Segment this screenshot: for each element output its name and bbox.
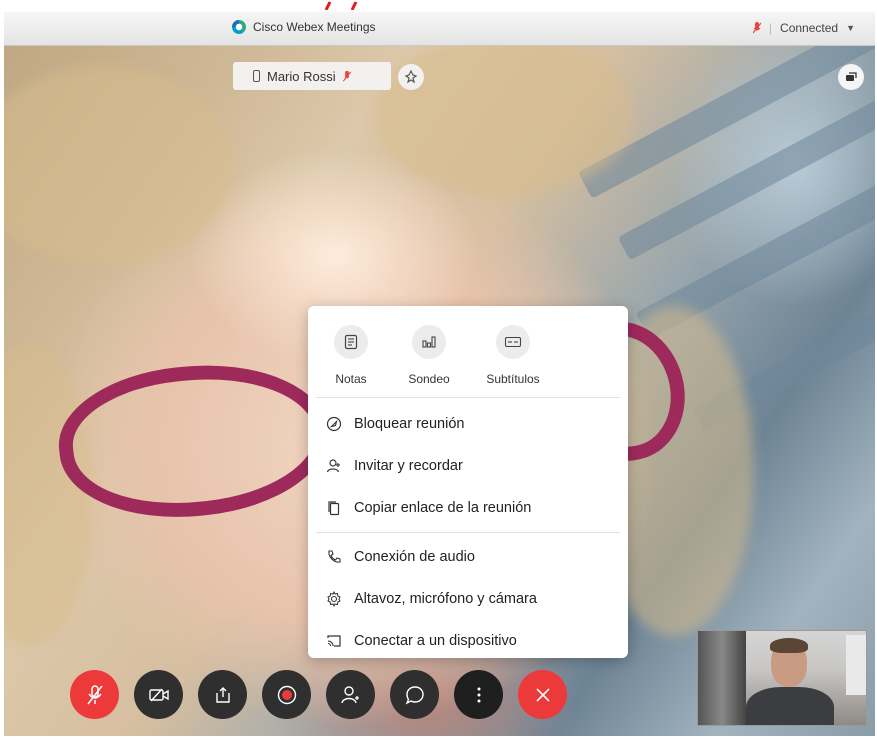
mic-muted-icon: [86, 684, 103, 704]
cast-device-icon: [327, 635, 341, 647]
device-phone-icon: [253, 70, 260, 82]
status-separator: |: [768, 21, 773, 35]
menu-item-lock-meeting[interactable]: Bloquear reunión: [308, 403, 628, 445]
window-titlebar: Cisco Webex Meetings | Connected ▼: [4, 12, 875, 46]
menu-group-audio: Conexión de audio Altavoz, micrófono y c…: [308, 533, 628, 662]
record-icon: [277, 685, 296, 704]
menu-item-label: Altavoz, micrófono y cámara: [354, 591, 537, 607]
invite-user-icon: [326, 459, 340, 473]
mute-button[interactable]: [70, 670, 119, 719]
video-glasses-shape: [51, 352, 337, 530]
connection-status[interactable]: | Connected ▼: [752, 21, 855, 35]
mic-muted-icon: [342, 70, 351, 81]
participants-icon: [340, 685, 359, 703]
quick-action-label: Subtítulos: [486, 372, 540, 386]
menu-item-invite[interactable]: Invitar y recordar: [308, 445, 628, 487]
phone-icon: [328, 550, 341, 563]
leave-meeting-button[interactable]: [518, 670, 567, 719]
settings-gear-icon: [327, 591, 341, 607]
share-button[interactable]: [198, 670, 247, 719]
chat-icon: [405, 685, 424, 704]
title-group: Cisco Webex Meetings: [232, 20, 376, 34]
mic-muted-status-icon: [752, 22, 761, 34]
share-icon: [215, 686, 230, 703]
more-options-icon: [477, 687, 480, 702]
quick-action-label: Sondeo: [408, 372, 450, 386]
menu-item-copy-link[interactable]: Copiar enlace de la reunión: [308, 487, 628, 529]
chevron-down-icon: ▼: [846, 23, 855, 33]
lock-meeting-icon: [326, 416, 342, 432]
layout-icon: [846, 72, 857, 81]
more-options-button[interactable]: [454, 670, 503, 719]
menu-item-label: Invitar y recordar: [354, 458, 463, 474]
menu-item-connect-device[interactable]: Conectar a un dispositivo: [308, 620, 628, 662]
pin-video-button[interactable]: [398, 64, 424, 90]
menu-item-label: Conexión de audio: [354, 549, 475, 565]
quick-action-notes[interactable]: Notas: [330, 325, 372, 397]
quick-actions-row: Notas Sondeo Subtítulos: [316, 306, 620, 398]
chat-button[interactable]: [390, 670, 439, 719]
poll-icon: [422, 336, 436, 348]
close-icon: [535, 687, 550, 702]
participant-name: Mario Rossi: [267, 68, 336, 84]
video-off-icon: [148, 688, 169, 701]
video-button[interactable]: [134, 670, 183, 719]
pin-icon: [404, 70, 418, 84]
menu-group-meeting: Bloquear reunión Invitar y recordar Copi…: [308, 398, 628, 529]
window-title: Cisco Webex Meetings: [253, 20, 376, 34]
quick-action-label: Notas: [335, 372, 367, 386]
connection-status-label: Connected: [780, 21, 839, 35]
layout-toggle-button[interactable]: [838, 64, 864, 90]
red-marker-annotation: [324, 1, 358, 10]
notes-icon: [344, 334, 358, 350]
participants-button[interactable]: [326, 670, 375, 719]
captions-icon: [504, 336, 522, 348]
record-button[interactable]: [262, 670, 311, 719]
menu-item-label: Copiar enlace de la reunión: [354, 500, 532, 516]
meeting-controls-toolbar: [70, 670, 567, 719]
active-speaker-label: Mario Rossi: [233, 62, 391, 90]
menu-item-label: Bloquear reunión: [354, 416, 465, 432]
quick-action-poll[interactable]: Sondeo: [402, 325, 456, 397]
self-view-thumbnail[interactable]: [697, 630, 867, 726]
more-options-menu: Notas Sondeo Subtítulos Bloquear reunión…: [308, 306, 628, 658]
copy-icon: [328, 501, 340, 516]
quick-action-captions[interactable]: Subtítulos: [486, 325, 540, 397]
webex-logo-icon: [232, 20, 246, 34]
menu-item-audio-connection[interactable]: Conexión de audio: [308, 536, 628, 578]
menu-item-label: Conectar a un dispositivo: [354, 633, 517, 649]
menu-item-speaker-mic-camera[interactable]: Altavoz, micrófono y cámara: [308, 578, 628, 620]
